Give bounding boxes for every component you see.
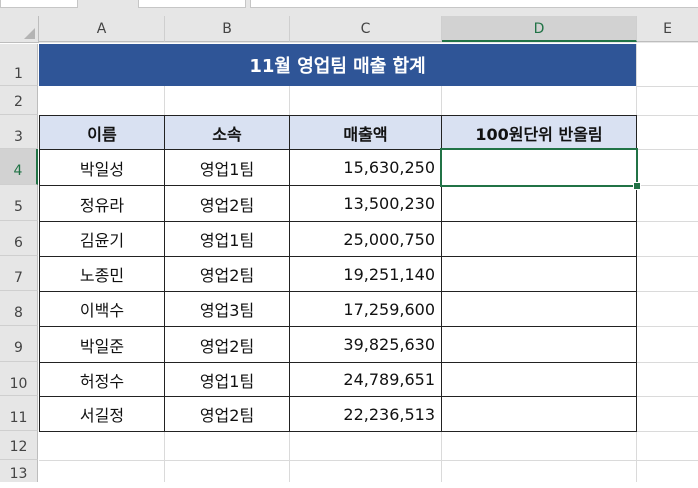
table-cell-name[interactable]: 노종민 <box>39 256 165 292</box>
column-header-a[interactable]: A <box>39 16 165 42</box>
table-cell-rounded[interactable] <box>441 362 637 397</box>
table-cell-team[interactable]: 영업3팀 <box>164 291 290 327</box>
table-cell-sales[interactable]: 17,259,600 <box>289 291 442 327</box>
header-rounded[interactable]: 100원단위 반올림 <box>441 115 637 150</box>
table-cell-team[interactable]: 영업2팀 <box>164 185 290 222</box>
row-header-6[interactable]: 6 <box>0 221 38 256</box>
table-cell-name[interactable]: 정유라 <box>39 185 165 222</box>
column-header-d[interactable]: D <box>442 16 637 42</box>
table-cell-rounded[interactable] <box>441 221 637 257</box>
active-cell-d4[interactable] <box>440 148 638 187</box>
table-cell-sales[interactable]: 24,789,651 <box>289 362 442 397</box>
name-box[interactable] <box>0 0 78 8</box>
table-cell-sales[interactable]: 13,500,230 <box>289 185 442 222</box>
column-header-c[interactable]: C <box>290 16 442 42</box>
header-sales[interactable]: 매출액 <box>289 115 442 150</box>
row-header-4[interactable]: 4 <box>0 149 38 185</box>
sheet-title[interactable]: 11월 영업팀 매출 합계 <box>39 44 636 86</box>
table-cell-rounded[interactable] <box>441 291 637 327</box>
row-header-9[interactable]: 9 <box>0 326 38 362</box>
column-header-row: A B C D E <box>0 16 698 43</box>
row-header-10[interactable]: 10 <box>0 362 38 396</box>
formula-input[interactable] <box>250 0 698 8</box>
table-cell-name[interactable]: 이백수 <box>39 291 165 327</box>
row-header-1[interactable]: 1 <box>0 44 38 86</box>
column-header-b[interactable]: B <box>165 16 290 42</box>
row-header-2[interactable]: 2 <box>0 86 38 115</box>
column-header-e[interactable]: E <box>637 16 698 42</box>
header-team[interactable]: 소속 <box>164 115 290 150</box>
table-cell-team[interactable]: 영업1팀 <box>164 149 290 186</box>
table-cell-rounded[interactable] <box>441 185 637 222</box>
table-cell-team[interactable]: 영업2팀 <box>164 326 290 363</box>
table-cell-team[interactable]: 영업1팀 <box>164 221 290 257</box>
table-cell-rounded[interactable] <box>441 396 637 432</box>
table-cell-sales[interactable]: 19,251,140 <box>289 256 442 292</box>
table-cell-name[interactable]: 박일성 <box>39 149 165 186</box>
formula-bar-strip <box>0 0 698 17</box>
table-cell-team[interactable]: 영업1팀 <box>164 362 290 397</box>
table-cell-sales[interactable]: 25,000,750 <box>289 221 442 257</box>
header-name[interactable]: 이름 <box>39 115 165 150</box>
row-header-13[interactable]: 13 <box>0 460 38 482</box>
table-cell-name[interactable]: 김윤기 <box>39 221 165 257</box>
row-header-5[interactable]: 5 <box>0 185 38 221</box>
row-header-11[interactable]: 11 <box>0 396 38 431</box>
formula-buttons[interactable] <box>138 0 246 8</box>
table-cell-sales[interactable]: 15,630,250 <box>289 149 442 186</box>
row-header-8[interactable]: 8 <box>0 291 38 326</box>
table-cell-rounded[interactable] <box>441 256 637 292</box>
select-all-corner[interactable] <box>0 16 39 43</box>
table-cell-team[interactable]: 영업2팀 <box>164 396 290 432</box>
row-header-12[interactable]: 12 <box>0 431 38 460</box>
fill-handle[interactable] <box>633 182 641 190</box>
table-cell-team[interactable]: 영업2팀 <box>164 256 290 292</box>
table-cell-sales[interactable]: 22,236,513 <box>289 396 442 432</box>
row-header-3[interactable]: 3 <box>0 115 38 149</box>
select-all-icon <box>24 28 35 39</box>
table-cell-rounded[interactable] <box>441 326 637 363</box>
table-cell-sales[interactable]: 39,825,630 <box>289 326 442 363</box>
table-cell-name[interactable]: 서길정 <box>39 396 165 432</box>
table-cell-name[interactable]: 박일준 <box>39 326 165 363</box>
row-header-7[interactable]: 7 <box>0 256 38 291</box>
table-cell-name[interactable]: 허정수 <box>39 362 165 397</box>
